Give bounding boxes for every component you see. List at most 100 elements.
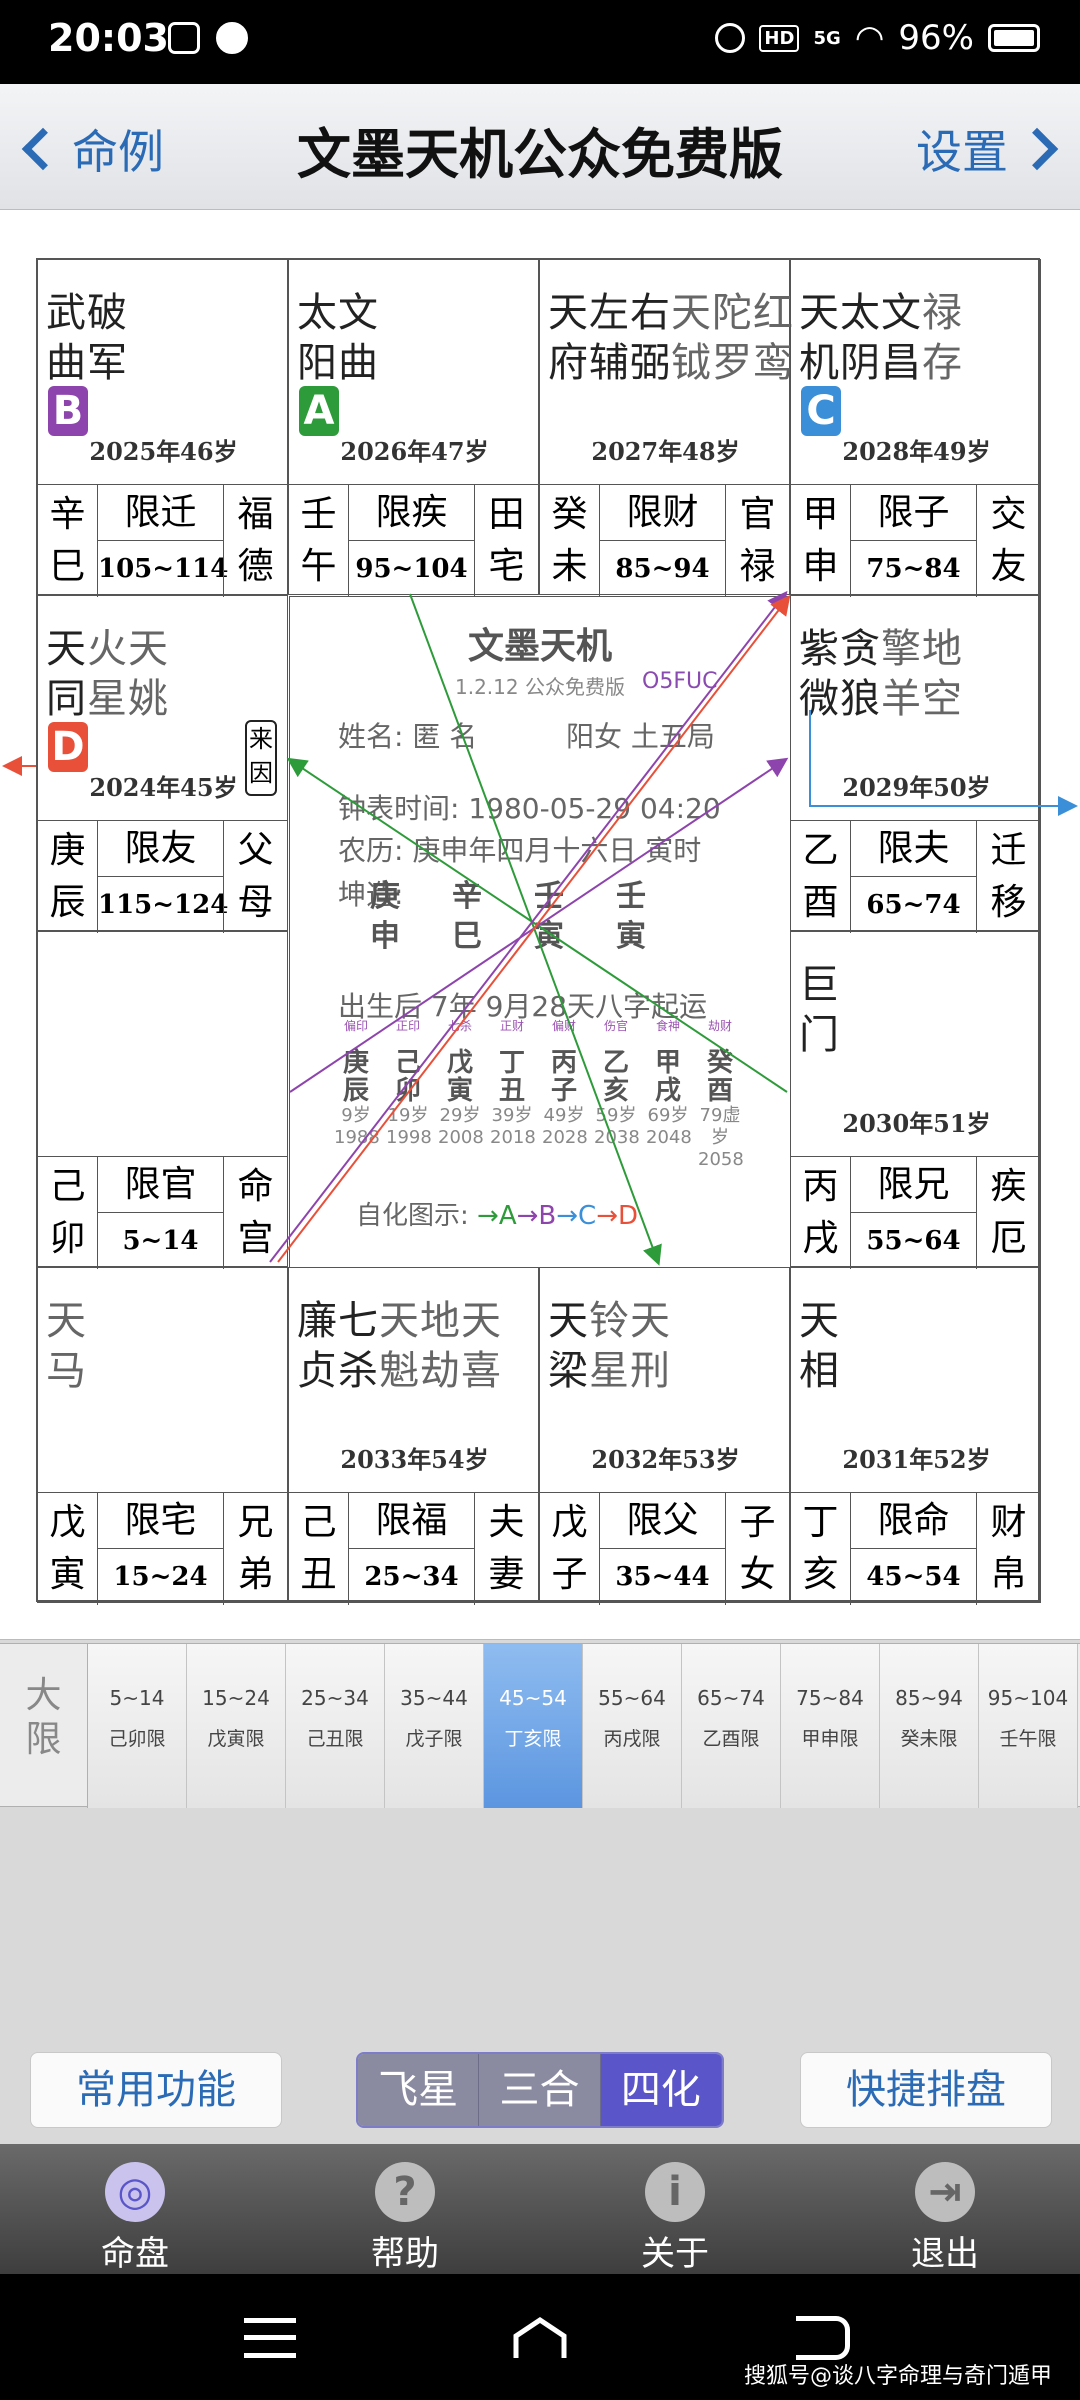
tab-2[interactable]: i 关于 bbox=[540, 2144, 810, 2274]
palace-si[interactable]: 武破 曲军 B 2025年46岁辛巳限迁 105~114 福德 bbox=[37, 259, 288, 597]
gan: 乙 bbox=[802, 830, 839, 871]
gan: 辛 bbox=[49, 494, 86, 535]
palace-name-1: 命 bbox=[237, 1166, 274, 1207]
minor-stars-row1: 天陀红 bbox=[671, 290, 794, 336]
ziwei-chart: 文墨天机 1.2.12 公众免费版 O5FUC 姓名: 匿 名 阳女 土五局 钟… bbox=[36, 258, 1041, 1605]
palace-name-2: 厄 bbox=[990, 1218, 1027, 1259]
palace-name-2: 妻 bbox=[488, 1554, 525, 1595]
palace-chen[interactable]: 天火天 同星姚 D 来因 2024年45岁庚辰限友 115~124 父母 bbox=[37, 595, 288, 933]
palace-name: 命宫 bbox=[223, 1157, 287, 1269]
dayun-year: 1988 bbox=[334, 1127, 380, 1148]
minor-stars-row1: 擎地 bbox=[881, 626, 963, 672]
palace-xian: 限宅 bbox=[98, 1493, 223, 1549]
palace-year: 2032年53岁 bbox=[591, 1445, 740, 1474]
quick-chart-button[interactable]: 快捷排盘 bbox=[800, 2052, 1052, 2128]
gan: 庚 bbox=[49, 830, 86, 871]
palace-ganzhi: 庚辰 bbox=[38, 821, 98, 933]
major-stars-row2: 机阴昌 bbox=[799, 340, 922, 386]
back-nav-icon[interactable] bbox=[796, 2316, 850, 2360]
palace-name-2: 弟 bbox=[237, 1554, 274, 1595]
daxian-name: 甲申限 bbox=[801, 1728, 859, 1750]
dayun-shishen: 食神 bbox=[655, 1019, 680, 1033]
palace-name: 子女 bbox=[725, 1493, 789, 1605]
info-icon: i bbox=[645, 2162, 705, 2222]
exit-icon: ⇥ bbox=[915, 2162, 975, 2222]
palace-info: 庚辰限友 115~124 父母 bbox=[38, 820, 287, 933]
home-icon[interactable] bbox=[510, 2314, 570, 2362]
daxian-item[interactable]: 35~44 戊子限 bbox=[385, 1644, 484, 1808]
daxian-item[interactable]: 85~94 癸未限 bbox=[880, 1644, 979, 1808]
daxian-range: 25~34 bbox=[301, 1686, 369, 1710]
daxian-item[interactable]: 45~54 丁亥限 bbox=[484, 1644, 583, 1808]
dayun-item: 偏印庚辰 9岁 1988 bbox=[334, 1019, 380, 1149]
major-stars-row1: 太文 bbox=[297, 290, 379, 336]
palace-ganzhi: 己卯 bbox=[38, 1157, 98, 1269]
daxian-item[interactable]: 95~104 壬午限 bbox=[979, 1644, 1078, 1808]
palace-hai[interactable]: 天相 2031年52岁丁亥限命 45~54 财帛 bbox=[790, 1267, 1041, 1605]
zhi: 巳 bbox=[49, 546, 86, 587]
major-stars-row1: 天 bbox=[46, 626, 87, 672]
tab-3[interactable]: ⇥ 退出 bbox=[810, 2144, 1080, 2274]
palace-wu[interactable]: 太文 阳曲 A 2026年47岁壬午限疾 95~104 田宅 bbox=[288, 259, 539, 597]
palace-xian: 限官 bbox=[98, 1157, 223, 1213]
dayun-year: 2038 bbox=[594, 1127, 640, 1148]
zihua-legend: 自化图示: →A→B→C→D bbox=[356, 1195, 638, 1232]
dayun-zhi: 辰 bbox=[342, 1076, 369, 1106]
palace-year: 2026年47岁 bbox=[340, 437, 489, 466]
tab-1[interactable]: ? 帮助 bbox=[270, 2144, 540, 2274]
dayun-gan: 丙 bbox=[550, 1048, 577, 1078]
minor-stars-row2: 羊空 bbox=[881, 676, 963, 722]
zhi: 子 bbox=[551, 1554, 588, 1595]
palace-xian: 限疾 bbox=[349, 485, 474, 541]
palace-name-2: 宫 bbox=[237, 1218, 274, 1259]
signal-icon: 5G bbox=[813, 27, 841, 49]
dayun-gan: 己 bbox=[394, 1048, 421, 1078]
daxian-bar: 大 限 5~14 己卯限 15~24 戊寅限 25~34 己丑限 35~44 戊子限 45~54… bbox=[0, 1643, 1080, 1808]
palace-name-1: 父 bbox=[237, 830, 274, 871]
dayun-gan: 癸 bbox=[706, 1048, 733, 1078]
back-button[interactable]: 命例 bbox=[21, 116, 164, 182]
dayun-zhi: 亥 bbox=[602, 1076, 629, 1106]
palace-xian: 限命 bbox=[851, 1493, 976, 1549]
major-stars-row2: 曲军 bbox=[46, 340, 128, 386]
settings-button[interactable]: 设置 bbox=[916, 116, 1059, 182]
palace-you[interactable]: 紫贪擎地 微狼羊空 2029年50岁乙酉限夫 65~74 迁移 bbox=[790, 595, 1041, 933]
seg-option[interactable]: 三合 bbox=[479, 2054, 601, 2126]
gan: 己 bbox=[49, 1166, 86, 1207]
palace-stars: 天相 bbox=[799, 1296, 1035, 1396]
palace-name-2: 女 bbox=[739, 1554, 776, 1595]
daxian-range: 75~84 bbox=[796, 1686, 864, 1710]
palace-name-2: 移 bbox=[990, 882, 1027, 923]
hd-icon: HD bbox=[759, 24, 800, 52]
palace-xu[interactable]: 巨门 2030年51岁丙戌限兄 55~64 疾厄 bbox=[790, 931, 1041, 1269]
palace-shen[interactable]: 天太文禄 机阴昌存 C 2028年49岁甲申限子 75~84 交友 bbox=[790, 259, 1041, 597]
daxian-item[interactable]: 65~74 乙酉限 bbox=[682, 1644, 781, 1808]
zhi: 未 bbox=[551, 546, 588, 587]
palace-year: 2033年54岁 bbox=[340, 1445, 489, 1474]
palace-mao[interactable]: 己卯限官 5~14 命宫 bbox=[37, 931, 288, 1269]
palace-age-range: 75~84 bbox=[866, 554, 961, 584]
daxian-item[interactable]: 55~64 丙戌限 bbox=[583, 1644, 682, 1808]
daxian-item[interactable]: 5~14 己卯限 bbox=[88, 1644, 187, 1808]
palace-zi[interactable]: 天铃天 梁星刑 2032年53岁戊子限父 35~44 子女 bbox=[539, 1267, 790, 1605]
palace-name-1: 官 bbox=[739, 494, 776, 535]
menu-icon[interactable] bbox=[244, 2318, 296, 2358]
palace-wei[interactable]: 天左右天陀红 府辅弼钺罗鸾 2027年48岁癸未限财 85~94 官禄 bbox=[539, 259, 793, 597]
palace-yin[interactable]: 天马戊寅限宅 15~24 兄弟 bbox=[37, 1267, 288, 1605]
daxian-item[interactable]: 75~84 甲申限 bbox=[781, 1644, 880, 1808]
title-bar: 命例 文墨天机公众免费版 设置 bbox=[0, 84, 1080, 210]
palace-xian: 限友 bbox=[98, 821, 223, 877]
palace-name-1: 交 bbox=[990, 494, 1027, 535]
zhi: 丑 bbox=[300, 1554, 337, 1595]
major-stars-row2: 贞杀 bbox=[297, 1348, 379, 1394]
daxian-item[interactable]: 15~24 戊寅限 bbox=[187, 1644, 286, 1808]
daxian-item[interactable]: 25~34 己丑限 bbox=[286, 1644, 385, 1808]
common-functions-button[interactable]: 常用功能 bbox=[30, 2052, 282, 2128]
palace-xian: 限财 bbox=[600, 485, 725, 541]
seg-option[interactable]: 飞星 bbox=[358, 2054, 480, 2126]
minor-stars-row2: 星姚 bbox=[87, 676, 169, 722]
palace-chou[interactable]: 廉七天地天 贞杀魁劫喜 2033年54岁己丑限福 25~34 夫妻 bbox=[288, 1267, 539, 1605]
tab-0[interactable]: ◎ 命盘 bbox=[0, 2144, 270, 2274]
palace-name: 福德 bbox=[223, 485, 287, 597]
seg-option[interactable]: 四化 bbox=[600, 2054, 722, 2126]
